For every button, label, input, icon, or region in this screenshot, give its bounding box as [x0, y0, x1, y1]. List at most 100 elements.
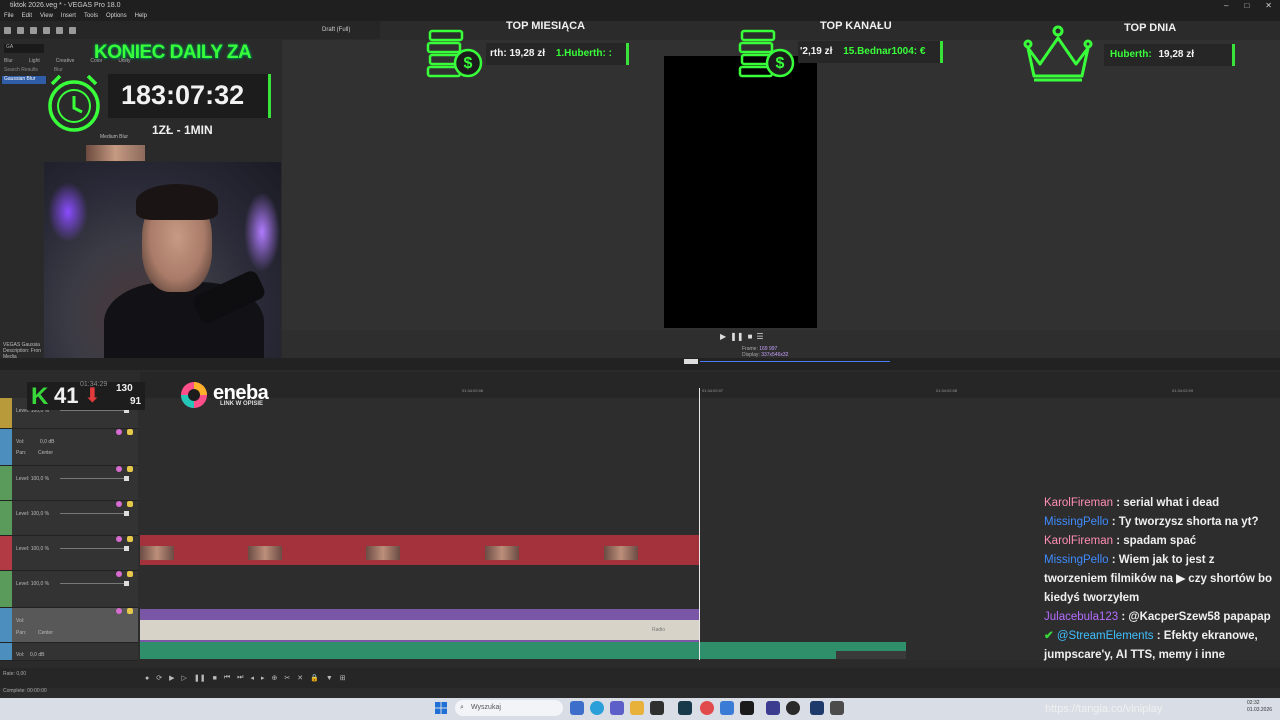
- zoom-icon[interactable]: ⊕: [272, 674, 278, 682]
- track-header[interactable]: Level: 100,0 %: [0, 536, 138, 571]
- track-header[interactable]: Level: 100,0 %: [0, 501, 138, 536]
- snap-icon[interactable]: ⊞: [340, 674, 346, 682]
- close-button[interactable]: ✕: [1265, 0, 1272, 11]
- maximize-button[interactable]: □: [1244, 0, 1249, 11]
- pause-icon[interactable]: ❚❚: [730, 332, 743, 341]
- taskbar-app-icon[interactable]: [740, 701, 754, 715]
- track-slider[interactable]: [60, 583, 126, 584]
- menu-icon[interactable]: ☰: [756, 332, 763, 341]
- slider-knob[interactable]: [124, 476, 129, 481]
- track-slider[interactable]: [60, 548, 126, 549]
- track-slider[interactable]: [60, 513, 126, 514]
- track-slider[interactable]: [60, 410, 126, 411]
- solo-icon[interactable]: [127, 608, 133, 614]
- settings-icon[interactable]: [56, 26, 63, 34]
- next-frame-icon[interactable]: ▸: [261, 674, 265, 682]
- solo-icon[interactable]: [127, 571, 133, 577]
- slider-knob[interactable]: [124, 546, 129, 551]
- slider-knob[interactable]: [124, 511, 129, 516]
- solo-icon[interactable]: [127, 429, 133, 435]
- render-icon[interactable]: [43, 26, 50, 34]
- taskbar-clock[interactable]: 02:32 01.03.2026: [1247, 700, 1272, 714]
- loop-icon[interactable]: ⟳: [156, 674, 162, 682]
- draft-select[interactable]: Draft (Full): [322, 27, 350, 33]
- fx-selected-item[interactable]: Gaussian Blur: [2, 76, 46, 84]
- solo-icon[interactable]: [127, 501, 133, 507]
- marker-icon[interactable]: ▼: [326, 675, 333, 682]
- video-preview-frame[interactable]: [664, 56, 817, 328]
- timeline-playhead[interactable]: [699, 388, 700, 660]
- fx-search-input[interactable]: GA: [4, 44, 44, 53]
- fx-cat-creative[interactable]: Creative: [56, 58, 75, 66]
- solo-icon[interactable]: [127, 466, 133, 472]
- taskbar-app-icon[interactable]: [766, 701, 780, 715]
- taskbar-app-icon[interactable]: [570, 701, 584, 715]
- teams-icon[interactable]: [610, 701, 624, 715]
- track-header[interactable]: Vol: 0,0 dB: [0, 643, 138, 661]
- delete-icon[interactable]: ✕: [297, 674, 303, 682]
- track-header-selected[interactable]: Vol: Pan: Center: [0, 608, 138, 643]
- prev-frame-icon[interactable]: ◂: [250, 674, 254, 682]
- menu-edit[interactable]: Edit: [22, 11, 32, 21]
- stop-icon[interactable]: ■: [213, 675, 217, 682]
- top-month-entry: 1.Huberth: :: [555, 48, 612, 59]
- audio-clip-teal[interactable]: [140, 642, 906, 659]
- taskbar-app-icon[interactable]: [650, 701, 664, 715]
- status-complete: Complete: 00:00:00: [3, 688, 47, 694]
- fx-sub-search-results[interactable]: Search Results: [4, 67, 38, 74]
- record-icon[interactable]: ●: [145, 675, 149, 682]
- search-icon: ⌕: [460, 704, 464, 711]
- timeline-ruler[interactable]: 01:34:00:00 01:34:02:06 01:34:02:07 01:3…: [140, 372, 1280, 398]
- fx-cat-blur[interactable]: Blur: [4, 58, 13, 66]
- mute-icon[interactable]: [116, 571, 122, 577]
- mute-icon[interactable]: [116, 536, 122, 542]
- play-from-start-icon[interactable]: ▷: [182, 674, 187, 682]
- opera-icon[interactable]: [700, 701, 714, 715]
- menu-tools[interactable]: Tools: [84, 11, 98, 21]
- play-icon[interactable]: ▶: [169, 674, 174, 682]
- lock-icon[interactable]: 🔒: [310, 674, 319, 682]
- menu-insert[interactable]: Insert: [61, 11, 76, 21]
- undo-icon[interactable]: [69, 26, 76, 34]
- new-icon[interactable]: [4, 26, 11, 34]
- taskbar-app-icon[interactable]: [810, 701, 824, 715]
- taskbar-app-icon[interactable]: [830, 701, 844, 715]
- edge-icon[interactable]: [590, 701, 604, 715]
- track-header[interactable]: Vol: 0,0 dB Pan: Center: [0, 429, 138, 466]
- menu-help[interactable]: Help: [135, 11, 147, 21]
- solo-icon[interactable]: [127, 536, 133, 542]
- fx-thumbnail[interactable]: [86, 145, 145, 161]
- taskbar-search[interactable]: Wyszukaj: [455, 700, 563, 716]
- play-icon[interactable]: ▶: [720, 332, 726, 341]
- pause-icon[interactable]: ❚❚: [194, 674, 206, 682]
- explorer-icon[interactable]: [630, 701, 644, 715]
- obs-icon[interactable]: [786, 701, 800, 715]
- cursor-marker[interactable]: [684, 359, 698, 364]
- chat-user: Julacebula123: [1044, 611, 1119, 623]
- save-icon[interactable]: [30, 26, 37, 34]
- menu-file[interactable]: File: [4, 11, 14, 21]
- open-icon[interactable]: [17, 26, 24, 34]
- mute-icon[interactable]: [116, 429, 122, 435]
- mute-icon[interactable]: [116, 466, 122, 472]
- slider-knob[interactable]: [124, 581, 129, 586]
- audio-waveform[interactable]: [140, 620, 700, 640]
- mute-icon[interactable]: [116, 608, 122, 614]
- loop-region[interactable]: [700, 361, 890, 362]
- windows-start-icon[interactable]: [434, 701, 448, 715]
- menu-view[interactable]: View: [40, 11, 53, 21]
- go-end-icon[interactable]: ⏭: [237, 674, 243, 682]
- chat-link[interactable]: https://tangia.co/viniplay: [1045, 703, 1162, 715]
- fx-cat-light[interactable]: Light: [29, 58, 40, 66]
- minimize-button[interactable]: –: [1224, 0, 1228, 11]
- track-slider[interactable]: [60, 478, 126, 479]
- menu-options[interactable]: Options: [106, 11, 127, 21]
- cut-icon[interactable]: ✂: [284, 674, 290, 682]
- track-header[interactable]: Level: 100,0 %: [0, 466, 138, 501]
- taskbar-app-icon[interactable]: [720, 701, 734, 715]
- go-start-icon[interactable]: ⏮: [224, 674, 230, 682]
- track-header[interactable]: Level: 100,0 %: [0, 571, 138, 608]
- stop-icon[interactable]: ■: [748, 332, 753, 341]
- mute-icon[interactable]: [116, 501, 122, 507]
- vegas-icon[interactable]: [678, 701, 692, 715]
